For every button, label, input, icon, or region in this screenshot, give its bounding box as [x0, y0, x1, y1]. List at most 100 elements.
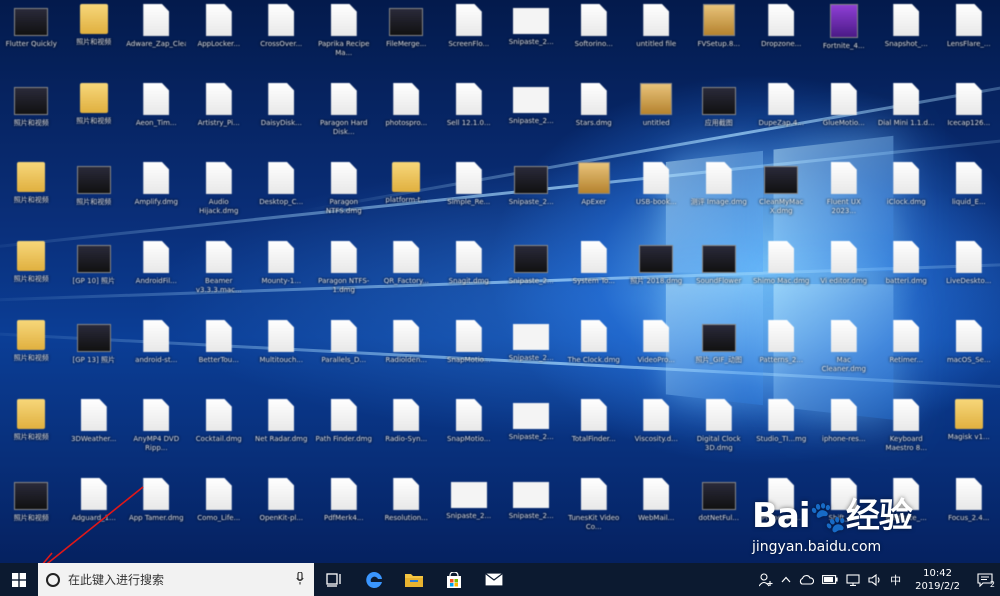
desktop-icon[interactable]: SoundFlower	[688, 237, 751, 316]
desktop-icon[interactable]: Softorino...	[563, 0, 626, 79]
desktop-icon[interactable]: Vi editor.dmg	[813, 237, 876, 316]
desktop-icon[interactable]: 照片和视频	[0, 395, 63, 474]
edge-browser-button[interactable]	[354, 563, 394, 596]
desktop-icon[interactable]: LiveDeskto...	[938, 237, 1000, 316]
show-hidden-icons-chevron-up-icon[interactable]	[777, 576, 795, 583]
desktop-icon[interactable]: Snipaste_2...	[500, 395, 563, 474]
desktop-icon[interactable]: Paragon NTFS-1.dmg	[313, 237, 376, 316]
desktop-icon[interactable]: 照片和视频	[0, 474, 63, 553]
desktop-icon[interactable]: Viscosity.d...	[625, 395, 688, 474]
desktop-icon[interactable]: Snipaste_2...	[500, 158, 563, 237]
desktop-icon[interactable]: DupeZap.4...	[750, 79, 813, 158]
desktop-icon[interactable]: Multitouch...	[250, 316, 313, 395]
desktop-icon[interactable]: Stars.dmg	[563, 79, 626, 158]
desktop-icon[interactable]: 照片和视频	[63, 79, 126, 158]
desktop-icon[interactable]: ApExer	[563, 158, 626, 237]
desktop-icon[interactable]: CleanMyMac X.dmg	[750, 158, 813, 237]
desktop-icon[interactable]: Flutter Quickly	[0, 0, 63, 79]
desktop-icon[interactable]: iphone-res...	[813, 395, 876, 474]
desktop-icon[interactable]: AndroidFil...	[125, 237, 188, 316]
desktop-icon[interactable]: Path Finder.dmg	[313, 395, 376, 474]
desktop-icon[interactable]: Snagit.dmg	[438, 237, 501, 316]
taskbar-search-box[interactable]: 在此键入进行搜索	[38, 563, 314, 596]
desktop-icon[interactable]: AppLocker...	[188, 0, 251, 79]
desktop-icon[interactable]: Snipaste_2...	[500, 0, 563, 79]
desktop-icon[interactable]: BetterTou...	[188, 316, 251, 395]
desktop-icon[interactable]: Snipaste_2...	[500, 237, 563, 316]
desktop-icon[interactable]: CrossOver...	[250, 0, 313, 79]
desktop-icon[interactable]: 照片_GIF_动图	[688, 316, 751, 395]
desktop-icon[interactable]: 照片和视频	[63, 0, 126, 79]
desktop-icon[interactable]: System To...	[563, 237, 626, 316]
desktop-icon[interactable]: FileMerge...	[375, 0, 438, 79]
desktop-icon[interactable]: Radiolden...	[375, 316, 438, 395]
desktop-icon[interactable]: Shimo Mac.dmg	[750, 237, 813, 316]
desktop-icon[interactable]: FVSetup.8...	[688, 0, 751, 79]
desktop-icon[interactable]: TunesKit Video Co...	[563, 474, 626, 553]
desktop-icon[interactable]: Paragon Hard Disk...	[313, 79, 376, 158]
desktop-icon[interactable]: Desktop_C...	[250, 158, 313, 237]
desktop-icon[interactable]: photospro...	[375, 79, 438, 158]
desktop-icon[interactable]: Como_Life...	[188, 474, 251, 553]
action-center-button[interactable]: 2	[970, 563, 1000, 596]
desktop-icon[interactable]: Radio-Syn...	[375, 395, 438, 474]
desktop-icon[interactable]: DaisyDisk...	[250, 79, 313, 158]
desktop-icon[interactable]: Simple_Re...	[438, 158, 501, 237]
desktop-icon[interactable]: Snipaste_2...	[500, 474, 563, 553]
desktop-icon[interactable]: 照片和视频	[0, 237, 63, 316]
taskbar-clock[interactable]: 10:42 2019/2/2	[905, 567, 970, 593]
desktop-icon[interactable]: Amplify.dmg	[125, 158, 188, 237]
desktop-icon[interactable]: Fortnite_4...	[813, 0, 876, 79]
desktop-icon[interactable]: Resolution...	[375, 474, 438, 553]
desktop-icon[interactable]: Studio_TI...mg	[750, 395, 813, 474]
desktop-icon[interactable]: 照片和视频	[0, 158, 63, 237]
desktop-icon[interactable]: AnyMP4 DVD Ripp...	[125, 395, 188, 474]
network-icon[interactable]	[842, 573, 864, 586]
desktop-icon[interactable]: Dial Mini 1.1.d...	[875, 79, 938, 158]
desktop-icon[interactable]: dotNetFul...	[688, 474, 751, 553]
desktop-icon[interactable]: The Clock.dmg	[563, 316, 626, 395]
desktop-icon[interactable]: 3DWeather...	[63, 395, 126, 474]
desktop-icon[interactable]: OpenKit-pl...	[250, 474, 313, 553]
desktop-icon[interactable]: ScreenFlo...	[438, 0, 501, 79]
desktop-icon[interactable]: Fluent UX 2023...	[813, 158, 876, 237]
desktop-icon[interactable]: Snipaste_2...	[500, 79, 563, 158]
desktop-icon[interactable]: Adware_Zap_Cleaner_2...	[125, 0, 188, 79]
desktop-icon[interactable]: [GP 10] 照片	[63, 237, 126, 316]
volume-icon[interactable]	[864, 573, 886, 586]
desktop-icon[interactable]: Snipaste_2...	[500, 316, 563, 395]
desktop-icon[interactable]: Magisk v1...	[938, 395, 1000, 474]
desktop-icon[interactable]: [GP 13] 照片	[63, 316, 126, 395]
desktop-icon[interactable]: Keyboard Maestro 8...	[875, 395, 938, 474]
desktop-icon[interactable]: Focus_2.4...	[938, 474, 1000, 553]
microsoft-store-button[interactable]	[434, 563, 474, 596]
desktop-icon[interactable]: platform-t...	[375, 158, 438, 237]
desktop-icon[interactable]: Artistry_Pi...	[188, 79, 251, 158]
battery-icon[interactable]	[818, 575, 842, 584]
input-method-indicator[interactable]: 中	[886, 572, 905, 588]
desktop-icon[interactable]: Sell 12.1.0...	[438, 79, 501, 158]
desktop-icon[interactable]: untitled file	[625, 0, 688, 79]
desktop-icon[interactable]: Digital Clock 3D.dmg	[688, 395, 751, 474]
desktop-icon[interactable]: iClock.dmg	[875, 158, 938, 237]
desktop-icon[interactable]: 照片和视频	[0, 316, 63, 395]
desktop-icon[interactable]: SnapMotio...	[438, 316, 501, 395]
desktop-icon[interactable]: Audio Hijack.dmg	[188, 158, 251, 237]
desktop-icon[interactable]: liquid_E...	[938, 158, 1000, 237]
desktop-icon[interactable]: Dropzone...	[750, 0, 813, 79]
desktop-icon[interactable]: Snipaste_2...	[438, 474, 501, 553]
desktop-icon[interactable]: Icecap126...	[938, 79, 1000, 158]
microphone-icon[interactable]	[296, 570, 304, 588]
desktop-icon[interactable]: 照片和视频	[0, 79, 63, 158]
desktop-icon[interactable]: VideoPro...	[625, 316, 688, 395]
desktop-icon[interactable]: macOS_Se...	[938, 316, 1000, 395]
desktop-icon[interactable]: android-st...	[125, 316, 188, 395]
desktop-icon[interactable]: Paprika Recipe Ma...	[313, 0, 376, 79]
cloud-icon[interactable]	[795, 574, 818, 585]
file-explorer-button[interactable]	[394, 563, 434, 596]
desktop-icon[interactable]: PdfMerk4...	[313, 474, 376, 553]
desktop-icon[interactable]: Cocktail.dmg	[188, 395, 251, 474]
desktop-icon[interactable]: Adguard_1...	[63, 474, 126, 553]
desktop-icon[interactable]: Net Radar.dmg	[250, 395, 313, 474]
task-view-button[interactable]	[314, 563, 354, 596]
